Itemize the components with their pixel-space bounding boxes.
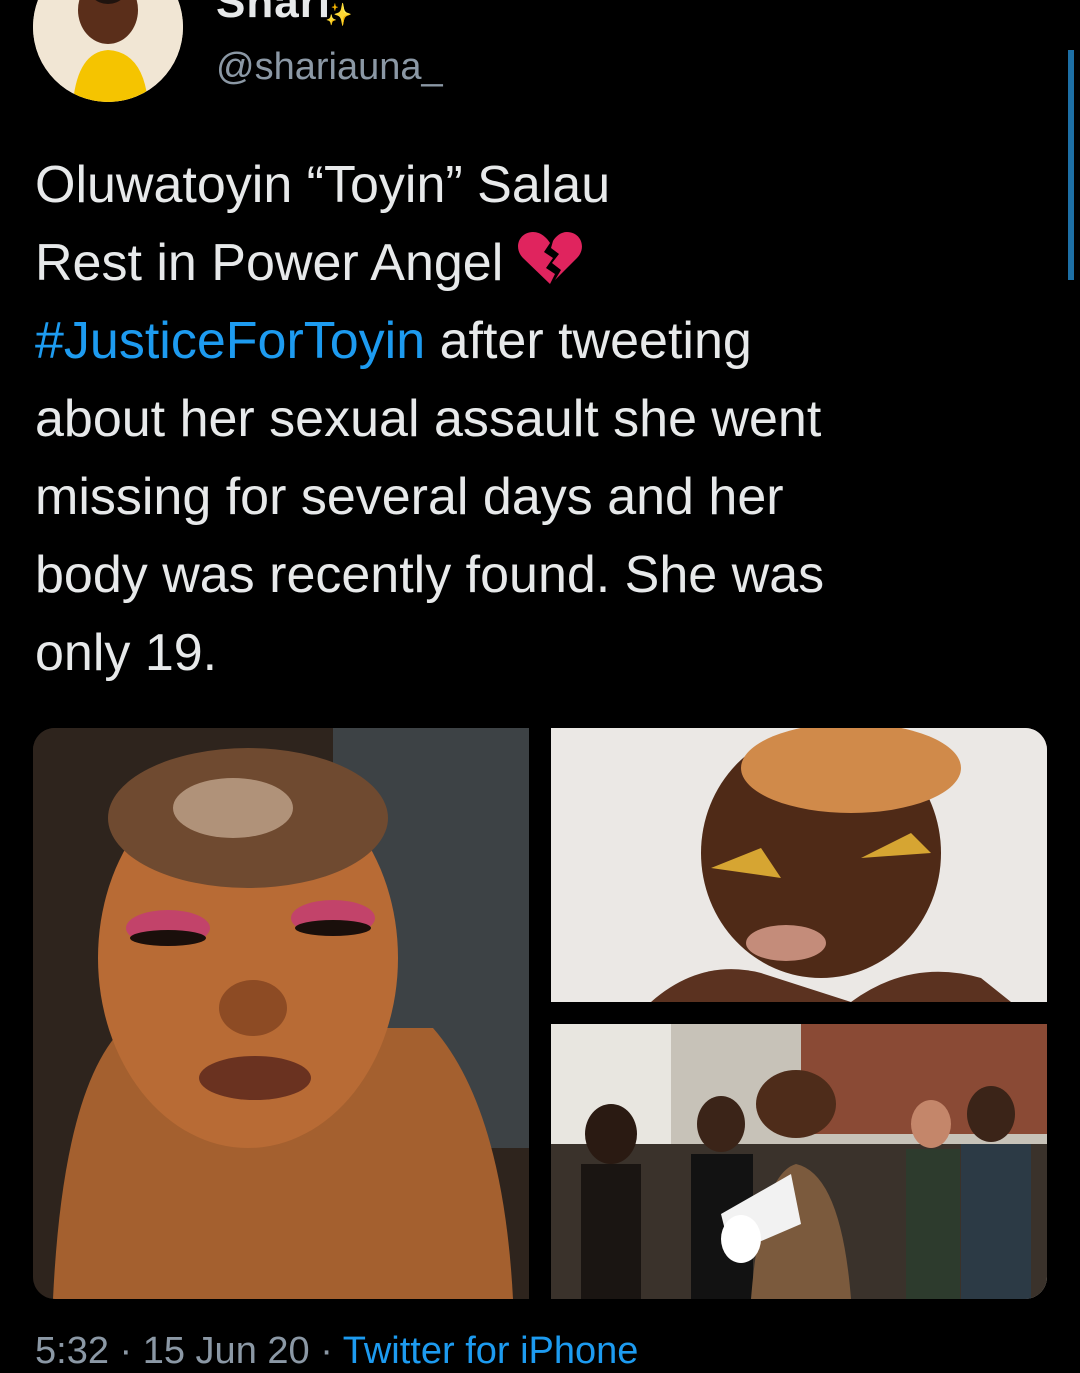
tweet-header: Shari ✨ @shariauna_ bbox=[0, 0, 1080, 120]
display-name[interactable]: Shari bbox=[216, 0, 331, 28]
tweet-line: Rest in Power Angel bbox=[35, 224, 1045, 302]
avatar[interactable] bbox=[33, 0, 183, 102]
avatar-photo bbox=[33, 0, 183, 102]
tweet-timestamp: 5:32 · 15 Jun 20 · Twitter for iPhone bbox=[35, 1330, 638, 1373]
timestamp-text: 5:32 · 15 Jun 20 · bbox=[35, 1330, 343, 1372]
tweet-line: about her sexual assault she went bbox=[35, 390, 822, 448]
scroll-indicator[interactable] bbox=[1068, 50, 1074, 280]
protest-photo bbox=[551, 1024, 1047, 1299]
media-photo-protest[interactable] bbox=[551, 1024, 1047, 1299]
tweet-line: body was recently found. She was bbox=[35, 546, 825, 604]
source-link[interactable]: Twitter for iPhone bbox=[343, 1330, 639, 1372]
tweet-line-text: after tweeting bbox=[425, 312, 752, 370]
sparkles-icon: ✨ bbox=[325, 2, 353, 27]
tweet-line-text: Rest in Power Angel bbox=[35, 234, 504, 292]
portrait-photo bbox=[551, 728, 1047, 1002]
tweet-line: #JusticeForToyin after tweeting bbox=[35, 302, 1045, 380]
broken-heart-icon bbox=[518, 232, 583, 284]
selfie-photo bbox=[33, 728, 529, 1299]
tweet-line: missing for several days and her bbox=[35, 468, 784, 526]
media-grid bbox=[33, 728, 1047, 1299]
tweet-line: Oluwatoyin “Toyin” Salau bbox=[35, 156, 611, 214]
user-handle[interactable]: @shariauna_ bbox=[216, 46, 443, 89]
media-photo-selfie[interactable] bbox=[33, 728, 529, 1299]
tweet-text: Oluwatoyin “Toyin” Salau Rest in Power A… bbox=[35, 146, 1045, 692]
hashtag-link[interactable]: #JusticeForToyin bbox=[35, 312, 425, 370]
tweet-line: only 19. bbox=[35, 624, 218, 682]
media-photo-portrait[interactable] bbox=[551, 728, 1047, 1002]
